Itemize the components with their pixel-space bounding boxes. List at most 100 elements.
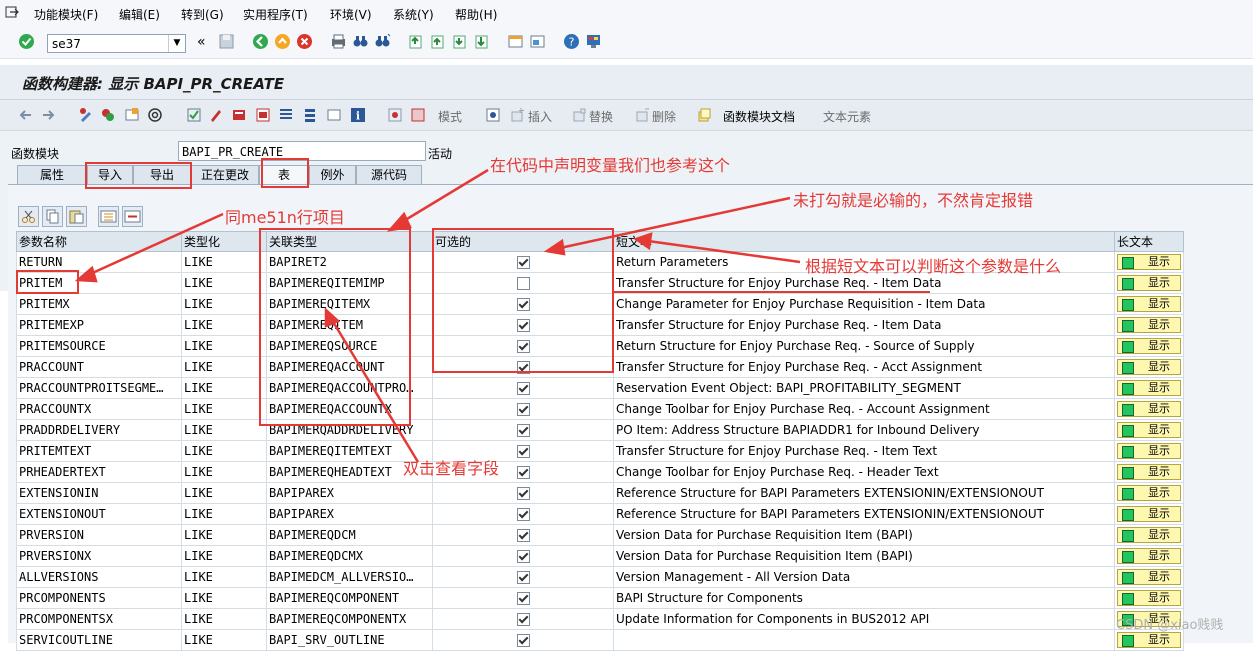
- associated-type-cell[interactable]: BAPI_SRV_OUTLINE: [266, 629, 433, 651]
- breakpoint-icon[interactable]: [387, 107, 403, 123]
- where-used-icon[interactable]: [147, 107, 163, 123]
- copy-row-button[interactable]: [42, 206, 63, 227]
- menu-goto[interactable]: 转到(G): [181, 6, 224, 23]
- info-icon[interactable]: i: [350, 107, 366, 123]
- chevron-down-icon[interactable]: ▼: [168, 35, 185, 52]
- window-icon[interactable]: [326, 107, 342, 123]
- param-name-cell[interactable]: PRADDRDELIVERY: [16, 419, 182, 441]
- optional-checkbox[interactable]: [516, 571, 530, 584]
- insert-button[interactable]: 插入: [528, 108, 552, 125]
- table-row[interactable]: PRVERSIONX LIKE BAPIMEREQDCMX Version Data …: [16, 545, 1184, 567]
- param-name-cell[interactable]: PRACCOUNT: [16, 356, 182, 378]
- help-icon[interactable]: ?: [563, 33, 580, 50]
- short-text-cell[interactable]: [613, 629, 1115, 651]
- param-name-cell[interactable]: EXTENSIONIN: [16, 482, 182, 504]
- typing-cell[interactable]: LIKE: [181, 272, 267, 294]
- param-name-cell[interactable]: PRVERSIONX: [16, 545, 182, 567]
- enter-check-icon[interactable]: [18, 33, 35, 50]
- optional-checkbox[interactable]: [516, 508, 530, 521]
- activate-icon[interactable]: [231, 107, 247, 123]
- param-name-cell[interactable]: PRITEMX: [16, 293, 182, 315]
- short-text-cell[interactable]: Version Data for Purchase Requisition It…: [613, 545, 1115, 567]
- object-list-icon[interactable]: [278, 107, 294, 123]
- associated-type-cell[interactable]: BAPIMEREQCOMPONENTX: [266, 608, 433, 630]
- cut-row-button[interactable]: [18, 206, 39, 227]
- optional-checkbox[interactable]: [516, 487, 530, 500]
- tab-changing[interactable]: 正在更改: [191, 165, 259, 184]
- short-text-cell[interactable]: Transfer Structure for Enjoy Purchase Re…: [613, 356, 1115, 378]
- menu-utilities[interactable]: 实用程序(T): [243, 6, 308, 23]
- show-long-text-button[interactable]: 显示: [1117, 296, 1181, 312]
- param-name-cell[interactable]: PRACCOUNTX: [16, 398, 182, 420]
- associated-type-cell[interactable]: BAPIMEREQCOMPONENT: [266, 587, 433, 609]
- show-long-text-button[interactable]: 显示: [1117, 548, 1181, 564]
- test-icon[interactable]: [255, 107, 271, 123]
- cancel-icon[interactable]: [296, 33, 313, 50]
- show-long-text-button[interactable]: 显示: [1117, 485, 1181, 501]
- optional-checkbox[interactable]: [516, 445, 530, 458]
- short-text-cell[interactable]: BAPI Structure for Components: [613, 587, 1115, 609]
- short-text-cell[interactable]: Reference Structure for BAPI Parameters …: [613, 482, 1115, 504]
- arrow-right-icon[interactable]: [40, 107, 56, 123]
- optional-checkbox[interactable]: [516, 403, 530, 416]
- typing-cell[interactable]: LIKE: [181, 377, 267, 399]
- param-name-cell[interactable]: PRACCOUNTPROITSEGME…: [16, 377, 182, 399]
- save-icon[interactable]: [218, 33, 235, 50]
- typing-cell[interactable]: LIKE: [181, 356, 267, 378]
- param-name-cell[interactable]: PRCOMPONENTS: [16, 587, 182, 609]
- typing-cell[interactable]: LIKE: [181, 461, 267, 483]
- associated-type-cell[interactable]: BAPIPAREX: [266, 482, 433, 504]
- show-long-text-button[interactable]: 显示: [1117, 275, 1181, 291]
- exit-icon[interactable]: [274, 33, 291, 50]
- documentation-icon[interactable]: [696, 107, 712, 123]
- param-name-cell[interactable]: PRITEMTEXT: [16, 440, 182, 462]
- delete-icon[interactable]: [635, 107, 651, 123]
- show-long-text-button[interactable]: 显示: [1117, 506, 1181, 522]
- optional-checkbox[interactable]: [516, 613, 530, 626]
- associated-type-cell[interactable]: BAPIMEREQDCM: [266, 524, 433, 546]
- optional-checkbox[interactable]: [516, 424, 530, 437]
- table-row[interactable]: SERVICOUTLINE LIKE BAPI_SRV_OUTLINE 显示: [16, 629, 1184, 651]
- associated-type-cell[interactable]: BAPIPAREX: [266, 503, 433, 525]
- menu-help[interactable]: 帮助(H): [455, 6, 497, 23]
- replace-icon[interactable]: [572, 107, 588, 123]
- show-long-text-button[interactable]: 显示: [1117, 317, 1181, 333]
- typing-cell[interactable]: LIKE: [181, 629, 267, 651]
- table-row[interactable]: PRITEMTEXT LIKE BAPIMEREQITEMTEXT Transfer …: [16, 440, 1184, 462]
- edit-pencil-icon[interactable]: [208, 107, 224, 123]
- associated-type-cell[interactable]: BAPIMEREQDCMX: [266, 545, 433, 567]
- table-row[interactable]: EXTENSIONOUT LIKE BAPIPAREX Reference Struc…: [16, 503, 1184, 525]
- show-long-text-button[interactable]: 显示: [1117, 359, 1181, 375]
- fm-documentation-button[interactable]: 函数模块文档: [723, 108, 795, 125]
- customize-layout-icon[interactable]: [585, 33, 602, 50]
- delete-button[interactable]: 删除: [652, 108, 676, 125]
- short-text-cell[interactable]: Change Parameter for Enjoy Purchase Requ…: [613, 293, 1115, 315]
- insert-icon[interactable]: [510, 107, 526, 123]
- show-long-text-button[interactable]: 显示: [1117, 464, 1181, 480]
- short-text-cell[interactable]: Change Toolbar for Enjoy Purchase Req. -…: [613, 461, 1115, 483]
- typing-cell[interactable]: LIKE: [181, 566, 267, 588]
- typing-cell[interactable]: LIKE: [181, 293, 267, 315]
- typing-cell[interactable]: LIKE: [181, 524, 267, 546]
- short-text-cell[interactable]: Version Data for Purchase Requisition It…: [613, 524, 1115, 546]
- table-row[interactable]: PRCOMPONENTS LIKE BAPIMEREQCOMPONENT BAPI S…: [16, 587, 1184, 609]
- shortcut-icon[interactable]: [529, 33, 546, 50]
- short-text-cell[interactable]: Transfer Structure for Enjoy Purchase Re…: [613, 440, 1115, 462]
- command-collapse-icon[interactable]: «: [197, 34, 206, 50]
- short-text-cell[interactable]: Reservation Event Object: BAPI_PROFITABI…: [613, 377, 1115, 399]
- table-row[interactable]: PRACCOUNTX LIKE BAPIMEREQACCOUNTX Change To…: [16, 398, 1184, 420]
- arrow-left-icon[interactable]: [18, 107, 34, 123]
- short-text-cell[interactable]: Change Toolbar for Enjoy Purchase Req. -…: [613, 398, 1115, 420]
- show-long-text-button[interactable]: 显示: [1117, 590, 1181, 606]
- show-long-text-button[interactable]: 显示: [1117, 527, 1181, 543]
- previous-page-icon[interactable]: [429, 33, 446, 50]
- column-header-short-text[interactable]: 短文本: [613, 231, 1115, 252]
- last-page-icon[interactable]: [473, 33, 490, 50]
- short-text-cell[interactable]: Transfer Structure for Enjoy Purchase Re…: [613, 314, 1115, 336]
- command-field[interactable]: se37 ▼: [47, 34, 186, 53]
- typing-cell[interactable]: LIKE: [181, 398, 267, 420]
- new-session-icon[interactable]: [507, 33, 524, 50]
- menu-function-module[interactable]: 功能模块(F): [34, 6, 98, 23]
- watchpoint-icon[interactable]: [410, 107, 426, 123]
- show-long-text-button[interactable]: 显示: [1117, 254, 1181, 270]
